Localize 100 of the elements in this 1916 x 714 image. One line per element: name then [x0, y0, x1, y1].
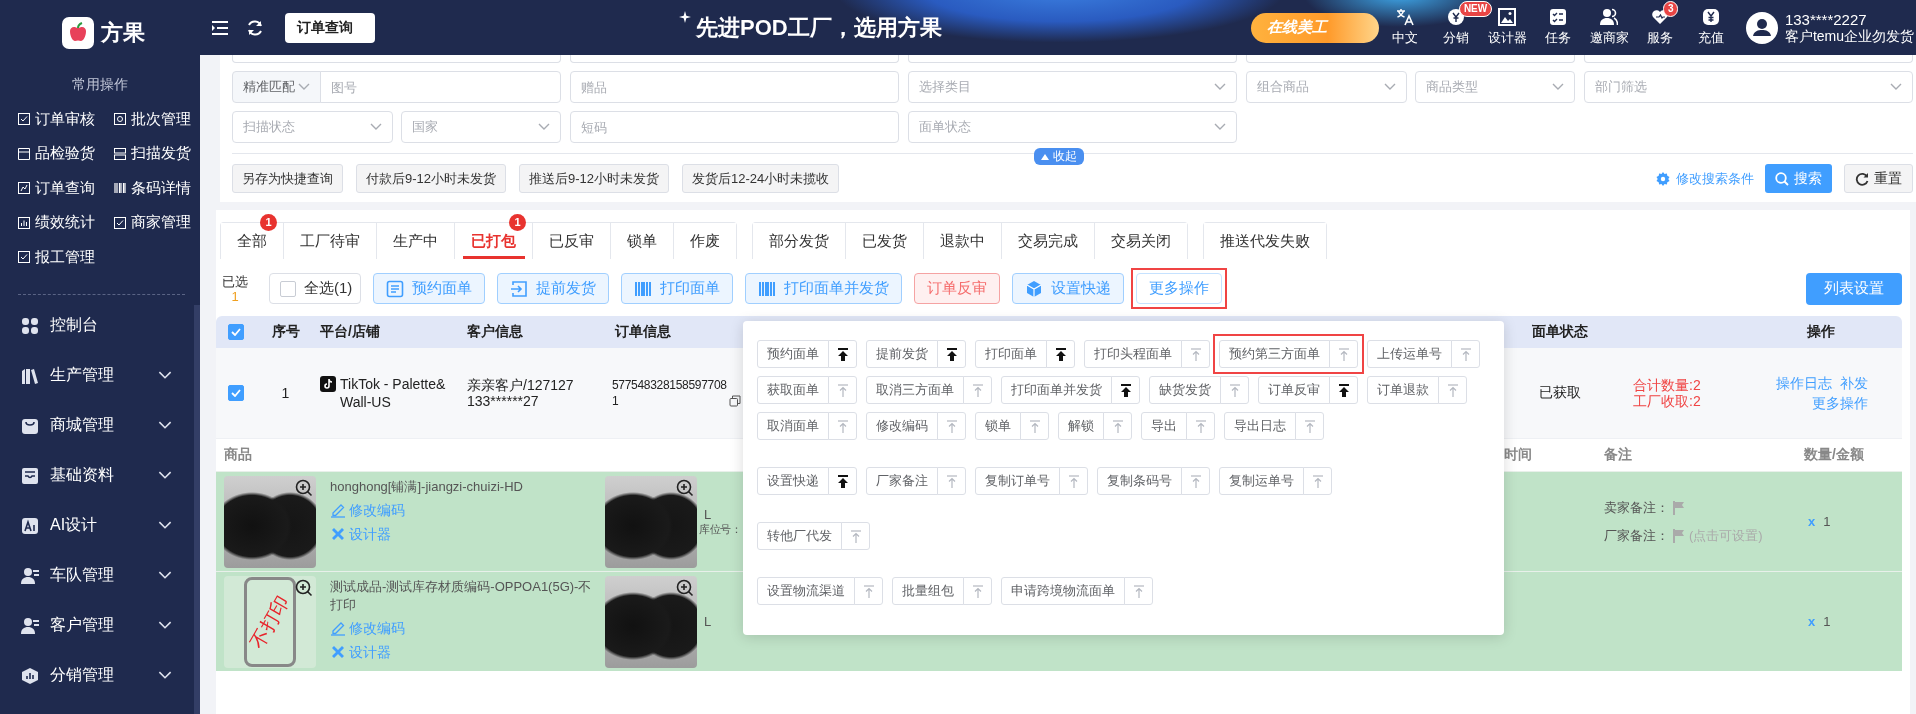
pin-toggle[interactable] [1046, 340, 1075, 368]
pin-toggle[interactable] [841, 522, 870, 550]
menu-action[interactable]: 取消三方面单 [866, 376, 964, 404]
pin-toggle[interactable] [937, 467, 966, 495]
menu-action[interactable]: 批量组包 [892, 577, 964, 605]
sidebar-menu-item[interactable]: 生产管理 [0, 350, 194, 401]
checkbox[interactable] [228, 385, 244, 401]
input-field[interactable] [1584, 55, 1913, 63]
menu-action[interactable]: 申请跨境物流面单 [1001, 577, 1125, 605]
shortcut-link[interactable]: 订单查询 [17, 171, 95, 206]
pin-toggle[interactable] [1059, 467, 1088, 495]
menu-action[interactable]: 预约第三方面单 [1219, 340, 1330, 368]
pin-toggle[interactable] [1329, 340, 1358, 368]
toolbar-shortcut[interactable]: 充值 [1698, 8, 1725, 47]
zoom-in-icon[interactable] [676, 478, 694, 497]
input-field[interactable]: 图号 [320, 71, 561, 103]
pin-toggle[interactable] [828, 467, 857, 495]
menu-action[interactable]: 获取面单 [757, 376, 829, 404]
pin-toggle[interactable] [1020, 412, 1049, 440]
menu-action[interactable]: 缺货发货 [1149, 376, 1221, 404]
page-tab[interactable]: 订单查询 [285, 12, 375, 43]
zoom-in-icon[interactable] [295, 578, 313, 597]
pin-toggle[interactable] [1103, 412, 1132, 440]
menu-action[interactable]: 订单反审 [1258, 376, 1330, 404]
refresh-icon[interactable] [246, 18, 264, 37]
toolbar-shortcut[interactable]: 任务 [1545, 8, 1572, 47]
flag-icon[interactable] [1673, 500, 1685, 515]
menu-icon[interactable] [211, 19, 229, 36]
quick-query-button[interactable]: 发货后12-24小时未揽收 [682, 164, 840, 193]
input-field[interactable]: 短码 [570, 111, 899, 143]
menu-action[interactable]: 打印面单 [975, 340, 1047, 368]
menu-action[interactable]: 厂家备注 [866, 467, 938, 495]
pin-toggle[interactable] [1220, 376, 1249, 404]
menu-action[interactable]: 修改编码 [866, 412, 938, 440]
shortcut-link[interactable]: 条码详情 [113, 171, 191, 206]
select-all-checkbox[interactable]: 全选(1) [269, 273, 361, 304]
sidebar-menu-item[interactable]: 分销管理 [0, 650, 194, 701]
zoom-in-icon[interactable] [676, 578, 694, 597]
menu-action[interactable]: 设置物流渠道 [757, 577, 855, 605]
sidebar-menu-item[interactable]: AI设计 [0, 500, 194, 551]
sidebar-menu-item[interactable]: 车队管理 [0, 550, 194, 601]
pin-toggle[interactable] [1124, 577, 1153, 605]
shortcut-link[interactable]: 批次管理 [113, 102, 191, 137]
input-field[interactable] [232, 55, 561, 63]
menu-action[interactable]: 设置快递 [757, 467, 829, 495]
pin-toggle[interactable] [1186, 412, 1215, 440]
checkbox[interactable] [280, 280, 296, 297]
menu-action[interactable]: 提前发货 [866, 340, 938, 368]
menu-action[interactable]: 解锁 [1058, 412, 1104, 440]
shortcut-link[interactable]: 绩效统计 [17, 205, 95, 240]
toolbar-shortcut[interactable]: 邀商家 [1589, 8, 1629, 47]
match-mode-select[interactable]: 精准匹配 [232, 71, 321, 103]
menu-action[interactable]: 预约面单 [757, 340, 829, 368]
pin-toggle[interactable] [1181, 340, 1210, 368]
menu-action[interactable]: 转他厂代发 [757, 522, 842, 550]
pin-toggle[interactable] [828, 412, 857, 440]
menu-action[interactable]: 打印头程面单 [1084, 340, 1182, 368]
checkbox[interactable] [228, 324, 244, 340]
pin-toggle[interactable] [1451, 340, 1480, 368]
menu-action[interactable]: 取消面单 [757, 412, 829, 440]
pin-toggle[interactable] [937, 340, 966, 368]
menu-action[interactable]: 订单退款 [1367, 376, 1439, 404]
sidebar-menu-item[interactable]: 客户管理 [0, 600, 194, 651]
sidebar-menu-item[interactable]: 商城管理 [0, 400, 194, 451]
pin-toggle[interactable] [1329, 376, 1358, 404]
shortcut-link[interactable]: 商家管理 [113, 205, 191, 240]
pin-toggle[interactable] [1438, 376, 1467, 404]
sidebar-menu-item[interactable]: 基础资料 [0, 450, 194, 501]
menu-action[interactable]: 复制订单号 [975, 467, 1060, 495]
menu-action[interactable]: 复制条码号 [1097, 467, 1182, 495]
sidebar-menu-item[interactable]: 控制台 [0, 300, 194, 351]
input-field[interactable] [1246, 55, 1575, 63]
pin-toggle[interactable] [1303, 467, 1332, 495]
pin-toggle[interactable] [1111, 376, 1140, 404]
quick-query-button[interactable]: 推送后9-12小时未发货 [519, 164, 670, 193]
quick-query-button[interactable]: 另存为快捷查询 [232, 164, 343, 193]
input-field[interactable]: 赠品 [570, 71, 899, 103]
input-field[interactable] [570, 55, 899, 63]
quick-query-button[interactable]: 付款后9-12小时未发货 [356, 164, 507, 193]
menu-action[interactable]: 复制运单号 [1219, 467, 1304, 495]
menu-action[interactable]: 上传运单号 [1367, 340, 1452, 368]
avatar-icon[interactable] [1745, 11, 1778, 44]
toolbar-shortcut[interactable]: 中文 [1392, 8, 1419, 47]
copy-icon[interactable] [729, 395, 741, 407]
pin-toggle[interactable] [854, 577, 883, 605]
pin-toggle[interactable] [828, 340, 857, 368]
shortcut-link[interactable]: 扫描发货 [113, 136, 191, 171]
pin-toggle[interactable] [963, 577, 992, 605]
reset-button[interactable]: 重置 [1844, 164, 1913, 193]
menu-action[interactable]: 打印面单并发货 [1001, 376, 1112, 404]
shortcut-link[interactable]: 报工管理 [17, 240, 95, 275]
menu-action[interactable]: 导出日志 [1224, 412, 1296, 440]
zoom-in-icon[interactable] [295, 478, 313, 497]
pin-toggle[interactable] [1181, 467, 1210, 495]
shortcut-link[interactable]: 品检验货 [17, 136, 95, 171]
pin-toggle[interactable] [828, 376, 857, 404]
menu-action[interactable]: 导出 [1141, 412, 1187, 440]
pin-toggle[interactable] [937, 412, 966, 440]
scrollbar[interactable] [194, 305, 200, 714]
flag-icon[interactable] [1673, 528, 1685, 543]
